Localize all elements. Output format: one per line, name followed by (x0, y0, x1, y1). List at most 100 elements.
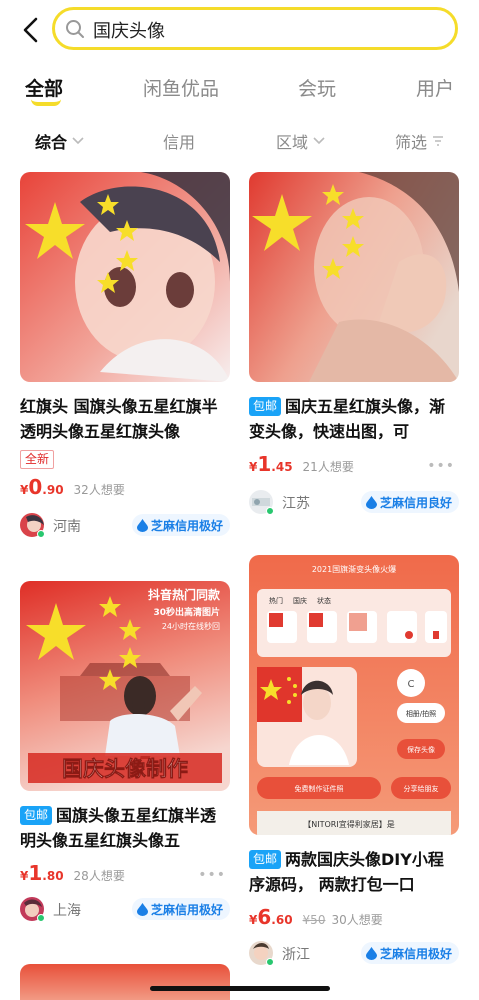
product-card[interactable]: 2021国旗渐变头像火爆 热门 国庆 状态 C 相册/拍照 保存头像 免费制作证… (249, 555, 459, 967)
drop-icon (365, 495, 377, 509)
seller-row[interactable]: 江苏 芝麻信用良好 (249, 490, 459, 516)
product-card[interactable]: 包邮 国庆五星红旗头像，渐变头像，快速出图，可 ¥ 1 .45 21人想要 •••… (249, 172, 459, 516)
seller-region: 浙江 (282, 947, 310, 963)
price-decimal: .80 (42, 869, 64, 883)
seller-row[interactable]: 上海 芝麻信用极好 (20, 897, 230, 923)
price-symbol: ¥ (20, 483, 29, 497)
drop-icon (136, 518, 148, 532)
image-tab-hot: 热门 (269, 596, 283, 605)
image-make-id-label: 免费制作证件照 (295, 784, 344, 793)
tab-premium[interactable]: 闲鱼优品 (143, 74, 219, 101)
credit-label: 芝麻信用极好 (150, 902, 223, 917)
tab-play[interactable]: 会玩 (298, 74, 336, 101)
search-query[interactable]: 国庆头像 (93, 17, 165, 43)
image-album-label: 相册/拍照 (406, 709, 436, 718)
image-banner-text: 国庆头像制作 (62, 757, 188, 781)
svg-text:C: C (408, 679, 415, 690)
credit-label: 芝麻信用极好 (150, 518, 223, 533)
product-title[interactable]: 包邮 国庆五星红旗头像，渐变头像，快速出图，可 (249, 394, 459, 444)
product-title[interactable]: 包邮 国旗头像五星红旗半透明头像五星红旗头像五 (20, 803, 230, 853)
search-icon (65, 19, 85, 39)
back-icon[interactable] (18, 16, 44, 44)
image-text-line2: 30秒出高清图片 (153, 606, 220, 618)
seller-region: 江苏 (282, 496, 310, 512)
wants-count: 28人想要 (73, 869, 125, 883)
chevron-down-icon (313, 137, 325, 145)
filter-region-label: 区域 (276, 133, 309, 152)
drop-icon (136, 902, 148, 916)
online-indicator (266, 958, 274, 966)
online-indicator (37, 914, 45, 922)
product-title[interactable]: 红旗头 国旗头像五星红旗半透明头像五星红旗头像 (20, 394, 230, 444)
product-title[interactable]: 包邮 两款国庆头像DIY小程序源码， 两款打包一口 (249, 847, 459, 897)
chevron-down-icon (72, 137, 84, 145)
product-image[interactable] (249, 172, 459, 382)
image-footer-note: 【NITORI宜得利家居】是 (303, 819, 394, 829)
credit-badge: 芝麻信用良好 (360, 491, 459, 513)
more-icon[interactable]: ••• (427, 458, 455, 474)
category-tabs: 全部 闲鱼优品 会玩 用户 (0, 68, 479, 112)
image-share-label: 分享给朋友 (404, 784, 439, 793)
price-symbol: ¥ (20, 869, 29, 883)
filter-region[interactable]: 区域 (276, 129, 325, 153)
filter-sort-label: 综合 (35, 133, 68, 152)
credit-badge: 芝麻信用极好 (131, 898, 230, 920)
product-card-partial[interactable] (20, 964, 230, 1000)
price-row: ¥ 0 .90 32人想要 (20, 475, 230, 499)
wants-count: 30人想要 (331, 913, 383, 927)
price-row: ¥ 1 .45 21人想要 ••• (249, 452, 459, 476)
more-icon[interactable]: ••• (198, 867, 226, 883)
filter-credit[interactable]: 信用 (163, 129, 195, 153)
credit-label: 芝麻信用良好 (379, 495, 452, 510)
seller-region: 上海 (53, 903, 81, 919)
drop-icon (365, 946, 377, 960)
tab-all[interactable]: 全部 (25, 74, 63, 101)
price-integer: 1 (28, 861, 43, 885)
top-bar: 国庆头像 (0, 0, 479, 60)
home-indicator (150, 986, 330, 991)
image-text-line1: 抖音热门同款 (148, 587, 221, 602)
search-input[interactable]: 国庆头像 (52, 7, 458, 50)
price-decimal: .45 (271, 460, 293, 474)
price-integer: 1 (257, 452, 272, 476)
price-row: ¥ 1 .80 28人想要 ••• (20, 861, 230, 885)
price-symbol: ¥ (249, 913, 258, 927)
active-tab-indicator (31, 99, 61, 106)
product-image[interactable]: 2021国旗渐变头像火爆 热门 国庆 状态 C 相册/拍照 保存头像 免费制作证… (249, 555, 459, 835)
price-symbol: ¥ (249, 460, 258, 474)
free-shipping-badge: 包邮 (20, 806, 53, 825)
filter-icon (433, 136, 444, 146)
product-image[interactable]: 抖音热门同款 30秒出高清图片 24小时在线秒回 国庆头像制作 (20, 581, 230, 791)
seller-row[interactable]: 河南 芝麻信用极好 (20, 513, 230, 539)
seller-region: 河南 (53, 519, 81, 535)
price-row: ¥ 6 .60 ¥50 30人想要 (249, 905, 459, 929)
online-indicator (37, 530, 45, 538)
wants-count: 32人想要 (73, 483, 125, 497)
filter-more[interactable]: 筛选 (395, 129, 444, 153)
filter-sort[interactable]: 综合 (35, 129, 84, 153)
seller-row[interactable]: 浙江 芝麻信用极好 (249, 941, 459, 967)
credit-badge: 芝麻信用极好 (131, 514, 230, 536)
image-heading: 2021国旗渐变头像火爆 (312, 564, 396, 574)
credit-label: 芝麻信用极好 (379, 946, 452, 961)
free-shipping-badge: 包邮 (249, 850, 282, 869)
product-card[interactable]: 抖音热门同款 30秒出高清图片 24小时在线秒回 国庆头像制作 包邮 国旗头像五星… (20, 581, 230, 923)
credit-badge: 芝麻信用极好 (360, 942, 459, 964)
price-integer: 0 (28, 475, 43, 499)
image-tab-country: 国庆 (293, 596, 307, 605)
image-save-label: 保存头像 (407, 745, 435, 754)
free-shipping-badge: 包邮 (249, 397, 282, 416)
price-integer: 6 (257, 905, 272, 929)
price-decimal: .90 (42, 483, 64, 497)
product-image[interactable] (20, 172, 230, 382)
tab-users[interactable]: 用户 (416, 74, 454, 101)
price-decimal: .60 (271, 913, 293, 927)
filter-credit-label: 信用 (163, 133, 196, 152)
filter-bar: 综合 信用 区域 筛选 (0, 124, 479, 156)
condition-tag: 全新 (20, 450, 55, 469)
online-indicator (266, 507, 274, 515)
filter-more-label: 筛选 (395, 133, 428, 152)
wants-count: 21人想要 (302, 460, 354, 474)
product-card[interactable]: 红旗头 国旗头像五星红旗半透明头像五星红旗头像 全新 ¥ 0 .90 32人想要… (20, 172, 230, 539)
image-text-line3: 24小时在线秒回 (162, 621, 220, 631)
